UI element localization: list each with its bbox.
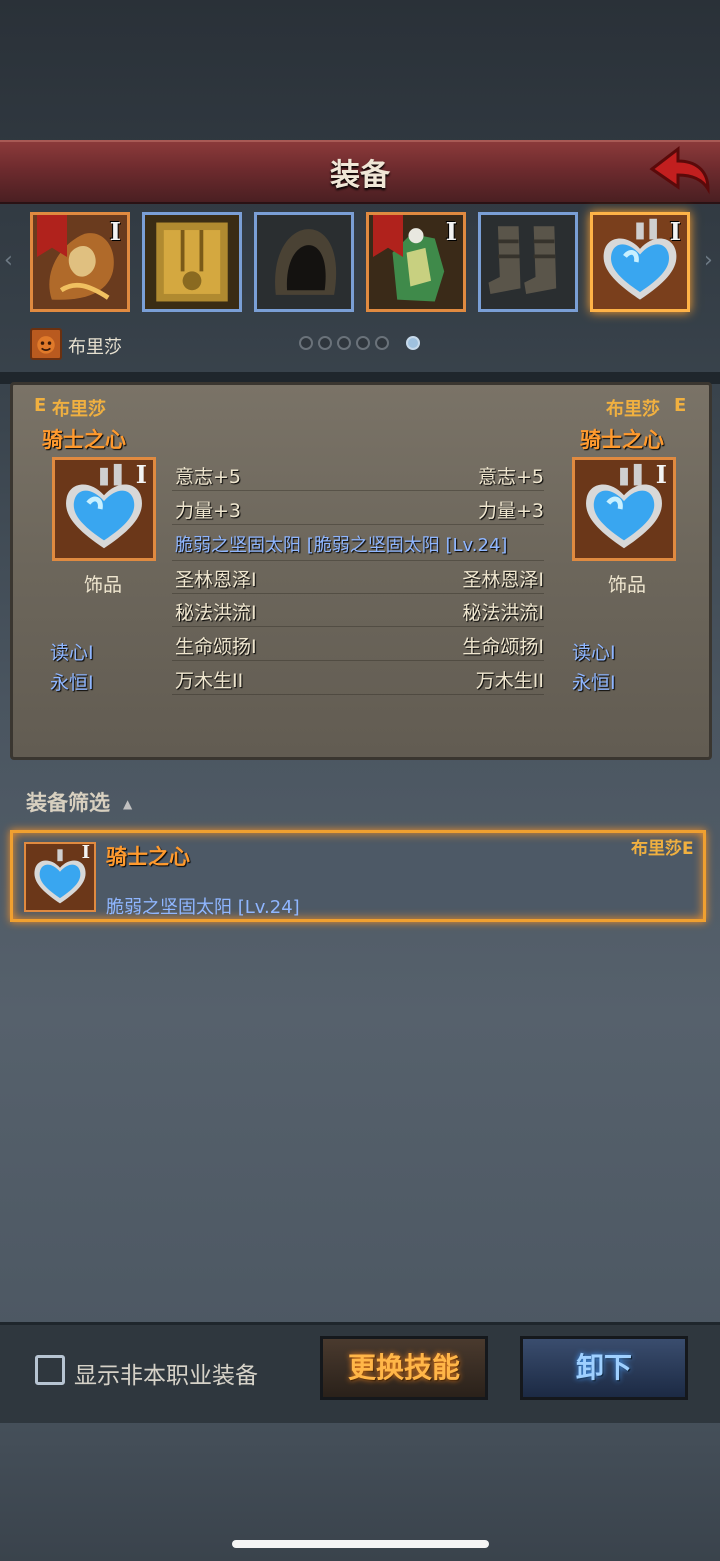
equip-slot-hood[interactable]: [254, 212, 354, 312]
pager-dot[interactable]: [337, 336, 351, 350]
equip-slot-necklace[interactable]: I: [590, 212, 690, 312]
skill-left: 圣林恩泽I: [175, 569, 257, 591]
stat-right: 意志+5: [477, 466, 544, 488]
armor-icon: [145, 215, 239, 309]
right-owner: 布里莎: [606, 399, 660, 420]
divider: [172, 694, 544, 695]
equip-slot-armor[interactable]: [142, 212, 242, 312]
right-item-icon-box: I: [572, 457, 676, 561]
slot-tier-label: I: [669, 217, 681, 246]
page-title: 装备: [330, 158, 390, 193]
skill-right: 圣林恩泽I: [462, 569, 544, 591]
skill-left: 万木生II: [175, 670, 244, 692]
stat-left: 力量+3: [175, 500, 242, 522]
divider: [172, 560, 544, 561]
left-grade: E: [34, 395, 47, 416]
right-category: 饰品: [608, 574, 647, 596]
character-name: 布里莎: [68, 337, 122, 358]
character-avatar-icon: [30, 328, 62, 360]
pager-dot[interactable]: [299, 336, 313, 350]
show-other-class-checkbox[interactable]: [35, 1355, 65, 1385]
pager-dot[interactable]: [356, 336, 370, 350]
equipment-filter-toggle[interactable]: 装备筛选: [26, 787, 110, 817]
left-item-tier: I: [135, 460, 147, 489]
pager-dot[interactable]: [318, 336, 332, 350]
boots-icon: [481, 215, 575, 309]
list-item-rune: 脆弱之坚固太阳 [Lv.24]: [106, 897, 300, 918]
slot-scroll-right-icon[interactable]: ›: [704, 248, 718, 276]
left-owner: 布里莎: [52, 399, 106, 420]
list-item-owner: 布里莎E: [631, 839, 694, 859]
left-category: 饰品: [84, 574, 123, 596]
pager-dot-active[interactable]: [406, 336, 420, 350]
left-item-icon-box: I: [52, 457, 156, 561]
left-extra-skill: 读心I: [50, 642, 94, 664]
slot-tier-label: I: [445, 217, 457, 246]
list-item-name: 骑士之心: [106, 845, 190, 869]
skill-left: 秘法洪流I: [175, 602, 257, 624]
skill-right: 生命颂扬I: [462, 636, 544, 658]
caret-up-icon[interactable]: ▲: [123, 797, 132, 811]
equip-slot-cloak[interactable]: I: [30, 212, 130, 312]
home-indicator[interactable]: [232, 1540, 489, 1548]
left-item-name: 骑士之心: [42, 428, 126, 452]
list-item-tier: I: [81, 842, 90, 863]
divider: [172, 660, 544, 661]
change-skill-button[interactable]: 更换技能: [320, 1336, 488, 1400]
right-extra-skill: 永恒I: [572, 672, 616, 694]
list-item-icon-box: I: [24, 842, 96, 912]
right-item-name: 骑士之心: [580, 428, 664, 452]
right-grade: E: [674, 395, 687, 416]
slot-scroll-left-icon[interactable]: ‹: [4, 248, 18, 276]
back-arrow-icon: [649, 145, 710, 195]
stat-right: 力量+3: [477, 500, 544, 522]
equip-slot-gloves[interactable]: I: [366, 212, 466, 312]
right-item-tier: I: [655, 460, 667, 489]
right-extra-skill: 读心I: [572, 642, 616, 664]
skill-left: 生命颂扬I: [175, 636, 257, 658]
rune-line: 脆弱之坚固太阳 [脆弱之坚固太阳 [Lv.24]: [175, 535, 508, 556]
divider: [172, 593, 544, 594]
slot-tier-label: I: [109, 217, 121, 246]
unequip-button[interactable]: 卸下: [520, 1336, 688, 1400]
equip-slot-boots[interactable]: [478, 212, 578, 312]
hood-icon: [257, 215, 351, 309]
checkbox-label: 显示非本职业装备: [74, 1363, 258, 1389]
back-button[interactable]: [648, 143, 712, 195]
skill-right: 秘法洪流I: [462, 602, 544, 624]
divider: [172, 524, 544, 525]
divider: [172, 490, 544, 491]
divider: [172, 626, 544, 627]
left-extra-skill: 永恒I: [50, 672, 94, 694]
stat-left: 意志+5: [175, 466, 242, 488]
pager-dot[interactable]: [375, 336, 389, 350]
skill-right: 万木生II: [475, 670, 544, 692]
